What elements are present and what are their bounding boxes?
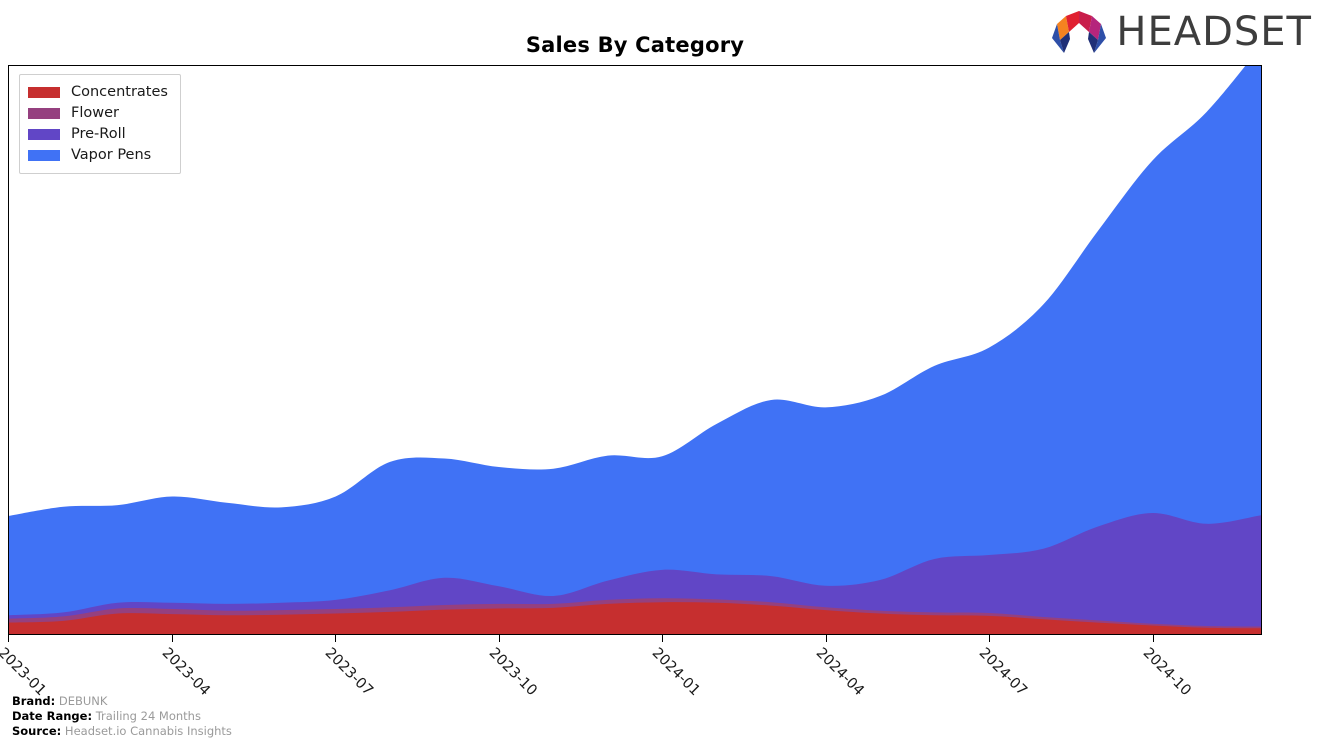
x-axis-tick-label: 2024-07 (976, 645, 1031, 700)
legend-item[interactable]: Flower (28, 103, 168, 124)
headset-logo-mark (1052, 11, 1107, 53)
legend-swatch-icon (28, 150, 60, 161)
footer-value: Trailing 24 Months (92, 709, 201, 723)
legend-item[interactable]: Pre-Roll (28, 124, 168, 145)
headset-logo: HEADSET (1049, 6, 1312, 58)
legend-item-label: Vapor Pens (71, 147, 152, 164)
legend-item-label: Flower (71, 105, 119, 122)
footer-row: Brand: DEBUNK (12, 694, 612, 709)
x-axis-tick-label: 2023-07 (321, 645, 376, 700)
legend-item[interactable]: Vapor Pens (28, 145, 168, 166)
x-axis: 2023-01 2023-04 2023-07 2023-10 2024-01 2024-… (0, 635, 1262, 699)
x-axis-tick-label: 2023-01 (0, 645, 49, 700)
footer-label: Date Range: (12, 709, 93, 723)
legend-item-label: Pre-Roll (71, 126, 126, 143)
footer-row: Source: Headset.io Cannabis Insights (12, 724, 612, 739)
x-axis-tick (1152, 635, 1154, 642)
headset-wordmark: HEADSET (1116, 9, 1312, 55)
chart-plot-area: Concentrates Flower Pre-Roll Vapor Pens (8, 65, 1262, 635)
x-axis-tick-label: 2024-10 (1139, 645, 1194, 700)
chart-header: Sales By Category HEADSET (0, 0, 1324, 65)
legend-swatch-icon (28, 87, 60, 98)
footer-value: DEBUNK (55, 694, 108, 708)
footer-label: Brand: (12, 694, 56, 708)
chart-footer: Brand: DEBUNK Date Range: Trailing 24 Mon… (12, 694, 612, 739)
x-axis-tick-label: 2023-04 (158, 645, 213, 700)
legend-swatch-icon (28, 129, 60, 140)
x-axis-tick (8, 635, 9, 642)
stacked-area-svg (9, 66, 1261, 634)
x-axis-tick-label: 2024-01 (648, 645, 704, 700)
footer-label: Source: (12, 724, 62, 738)
x-axis-tick (498, 635, 500, 642)
chart-legend: Concentrates Flower Pre-Roll Vapor Pens (19, 74, 181, 174)
x-axis-tick (989, 635, 991, 642)
x-axis-tick (662, 635, 664, 642)
x-axis-tick-label: 2023-10 (485, 645, 540, 700)
legend-item-label: Concentrates (71, 84, 168, 101)
footer-row: Date Range: Trailing 24 Months (12, 709, 612, 724)
x-axis-tick-label: 2024-04 (812, 645, 867, 700)
legend-swatch-icon (28, 108, 60, 119)
x-axis-tick (825, 635, 827, 642)
legend-item[interactable]: Concentrates (28, 82, 168, 103)
footer-value: Headset.io Cannabis Insights (61, 724, 232, 738)
x-axis-tick (171, 635, 173, 642)
x-axis-tick (335, 635, 337, 642)
